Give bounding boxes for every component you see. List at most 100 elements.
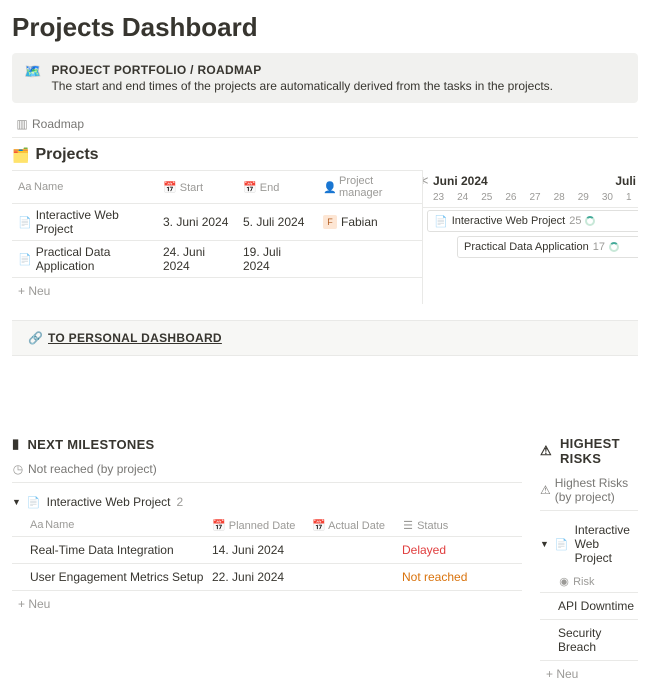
timeline-month: Juni 2024 xyxy=(433,174,488,188)
clock-icon: ◷ xyxy=(12,462,24,476)
warning-icon: ⚠ xyxy=(540,443,552,459)
page-icon: 📄 xyxy=(18,216,32,229)
day: 1 xyxy=(626,192,632,203)
text-icon: Aa xyxy=(30,519,42,531)
col-name: Name xyxy=(45,519,74,531)
link-text[interactable]: TO PERSONAL DASHBOARD xyxy=(48,331,222,345)
col-status: Status xyxy=(417,520,448,532)
col-end: End xyxy=(260,182,280,194)
col-risk: Risk xyxy=(573,576,594,588)
projects-table: Aa Name 📅 Start 📅 End 👤 Project manager 📄 I… xyxy=(12,170,422,304)
calendar-icon: 📅 xyxy=(243,182,257,194)
col-planned: Planned Date xyxy=(229,520,296,532)
callout-subtitle: The start and end times of the projects … xyxy=(51,79,553,93)
page-icon: 📄 xyxy=(18,253,32,266)
day: 30 xyxy=(602,192,613,203)
page-title: Projects Dashboard xyxy=(12,12,638,43)
cell-end: 5. Juli 2024 xyxy=(237,211,317,233)
calendar-icon: 📅 xyxy=(212,520,226,532)
cell-planned: 14. Juni 2024 xyxy=(212,543,312,557)
page-icon: 📄 xyxy=(434,215,448,228)
table-row[interactable]: User Engagement Metrics Setup 22. Juni 2… xyxy=(12,564,522,591)
new-row-button[interactable]: + Neu xyxy=(540,661,638,687)
cell-name: Real-Time Data Integration xyxy=(12,543,212,557)
view-label: Highest Risks (by project) xyxy=(555,476,638,504)
personal-dashboard-link[interactable]: 🔗 TO PERSONAL DASHBOARD xyxy=(12,320,638,356)
timeline-bar[interactable]: 📄 Interactive Web Project 25 xyxy=(427,210,638,232)
new-label: Neu xyxy=(28,284,50,298)
table-row[interactable]: API Downtime xyxy=(540,593,638,620)
warning-icon: ⚠ xyxy=(540,483,551,497)
new-row-button[interactable]: + Neu xyxy=(12,278,422,304)
new-row-button[interactable]: + Neu xyxy=(12,591,522,617)
day: 26 xyxy=(505,192,516,203)
bar-name: Practical Data Application xyxy=(464,241,589,253)
risk-icon: ◉ xyxy=(558,575,570,588)
milestone-icon: ▮ xyxy=(12,436,19,452)
person-icon: 👤 xyxy=(323,181,335,194)
group-name: Interactive Web Project xyxy=(47,495,171,509)
risks-table: ◉ Risk API Downtime Security Breach xyxy=(540,571,638,661)
risks-view-tab[interactable]: ⚠ Highest Risks (by project) xyxy=(540,476,638,511)
progress-ring-icon xyxy=(609,242,619,252)
calendar-icon: 📅 xyxy=(163,182,177,194)
day: 28 xyxy=(554,192,565,203)
progress-ring-icon xyxy=(585,216,595,226)
cell-planned: 22. Juni 2024 xyxy=(212,570,312,584)
new-label: Neu xyxy=(28,597,50,611)
view-label: Not reached (by project) xyxy=(28,462,157,476)
table-row[interactable]: 📄 Interactive Web Project 3. Juni 2024 5.… xyxy=(12,204,422,241)
cell-name: Interactive Web Project xyxy=(36,208,151,236)
projects-icon: 🗂️ xyxy=(12,147,29,164)
milestones-view-tab[interactable]: ◷ Not reached (by project) xyxy=(12,462,522,483)
cell-status: Not reached xyxy=(402,570,522,584)
view-tabs: ▥Roadmap xyxy=(12,115,638,138)
cell-start: 24. Juni 2024 xyxy=(157,241,237,277)
cell-name: Practical Data Application xyxy=(36,245,151,273)
cell-start: 3. Juni 2024 xyxy=(157,211,237,233)
table-row[interactable]: Security Breach xyxy=(540,620,638,661)
status-icon: ☰ xyxy=(402,519,414,532)
timeline-icon: ▥ xyxy=(16,117,28,131)
collapse-icon[interactable]: ≪ xyxy=(422,174,429,187)
table-row[interactable]: 📄 Practical Data Application 24. Juni 202… xyxy=(12,241,422,278)
bar-count: 17 xyxy=(593,241,605,253)
milestones-table: Aa Name 📅 Planned Date 📅 Actual Date ☰ S… xyxy=(12,515,522,591)
page-icon: 📄 xyxy=(27,496,41,509)
page-icon: 📄 xyxy=(555,538,569,551)
cell-name: User Engagement Metrics Setup xyxy=(12,570,212,584)
table-row[interactable]: Real-Time Data Integration 14. Juni 2024… xyxy=(12,537,522,564)
col-pm: Project manager xyxy=(339,175,416,199)
bar-name: Interactive Web Project xyxy=(452,215,566,227)
bar-count: 25 xyxy=(569,215,581,227)
timeline-month-next: Juli xyxy=(615,174,636,188)
col-start: Start xyxy=(180,182,203,194)
milestones-heading: NEXT MILESTONES xyxy=(27,437,154,452)
timeline-bar[interactable]: Practical Data Application 17 xyxy=(457,236,638,258)
cell-status: Delayed xyxy=(402,543,522,557)
callout-title: PROJECT PORTFOLIO / ROADMAP xyxy=(51,63,553,77)
text-icon: Aa xyxy=(18,181,30,193)
link-icon: 🔗 xyxy=(28,331,40,345)
chevron-down-icon: ▼ xyxy=(12,497,21,507)
group-toggle[interactable]: ▼ 📄 Interactive Web Project xyxy=(540,517,638,571)
day: 25 xyxy=(481,192,492,203)
timeline[interactable]: ≪ Juni 2024 Juli 23 24 25 26 27 28 29 30… xyxy=(422,170,638,304)
day: 29 xyxy=(578,192,589,203)
avatar: F xyxy=(323,215,337,229)
col-actual: Actual Date xyxy=(328,520,385,532)
chevron-down-icon: ▼ xyxy=(540,539,549,549)
risks-heading: HIGHEST RISKS xyxy=(560,436,638,466)
roadmap-icon: 🗺️ xyxy=(24,64,41,93)
day: 23 xyxy=(433,192,444,203)
group-name: Interactive Web Project xyxy=(575,523,638,565)
col-name: Name xyxy=(34,181,63,193)
projects-heading: Projects xyxy=(35,146,98,164)
cell-actual xyxy=(312,543,402,557)
calendar-icon: 📅 xyxy=(312,520,326,532)
group-toggle[interactable]: ▼ 📄 Interactive Web Project 2 xyxy=(12,489,522,515)
tab-roadmap[interactable]: ▥Roadmap xyxy=(12,115,88,133)
cell-actual xyxy=(312,570,402,584)
cell-pm: Fabian xyxy=(341,215,378,229)
group-count: 2 xyxy=(176,495,183,509)
